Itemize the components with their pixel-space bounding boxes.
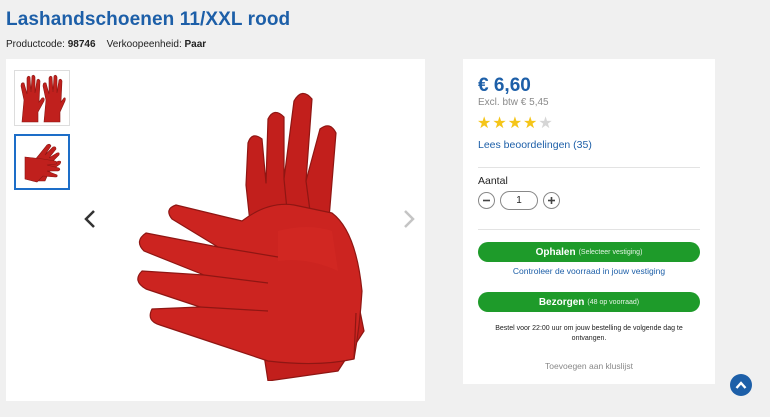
delivery-note: Bestel voor 22:00 uur om jouw bestelling… [495, 325, 683, 342]
deliver-button-label: Bezorgen [538, 296, 585, 308]
pickup-button-sublabel: (Selecteer vestiging) [578, 248, 643, 256]
product-code: 98746 [67, 39, 96, 50]
quantity-input[interactable] [500, 191, 538, 210]
thumbnail-2[interactable] [14, 134, 70, 190]
price-excl-vat: Excl. btw € 5,45 [478, 97, 549, 108]
sales-unit-label: Verkoopeenheid: [106, 39, 182, 50]
quantity-stepper [478, 191, 560, 210]
glove-thumbnail-image [20, 74, 66, 123]
star-filled-icon: ★ [507, 115, 523, 132]
sales-unit: Paar [184, 39, 207, 50]
star-empty-icon: ★ [538, 115, 553, 132]
quantity-label: Aantal [478, 175, 508, 187]
pickup-button[interactable]: Ophalen (Selecteer vestiging) [478, 242, 700, 262]
increase-quantity-button[interactable] [543, 192, 560, 209]
chevron-up-icon [735, 381, 747, 389]
read-reviews-link[interactable]: Lees beoordelingen (35) [478, 139, 592, 151]
decrease-quantity-button[interactable] [478, 192, 495, 209]
product-code-label: Productcode: [6, 39, 65, 50]
star-rating: ★ ★ ★ ★ ★ [477, 116, 553, 132]
product-main-image [137, 92, 365, 381]
page-title: Lashandschoenen 11/XXL rood [6, 9, 291, 30]
price: € 6,60 [478, 75, 531, 96]
glove-thumbnail-image [24, 143, 62, 183]
star-filled-icon: ★ [492, 115, 507, 132]
thumbnail-1[interactable] [14, 70, 70, 126]
deliver-button[interactable]: Bezorgen (48 op voorraad) [478, 292, 700, 312]
gallery-prev-button[interactable] [80, 207, 100, 231]
star-filled-icon: ★ [523, 115, 538, 132]
back-to-top-button[interactable] [730, 374, 752, 396]
add-to-list-link[interactable]: Toevoegen aan kluslijst [478, 361, 700, 371]
chevron-right-icon [404, 210, 415, 228]
gallery-next-button[interactable] [399, 207, 419, 231]
check-stock-link[interactable]: Controleer de voorraad in jouw vestiging [478, 266, 700, 276]
plus-icon [548, 197, 555, 204]
product-meta: Productcode: 98746 Verkoopeenheid: Paar [6, 39, 206, 50]
deliver-button-sublabel: (48 op voorraad) [587, 298, 640, 306]
divider [478, 167, 700, 168]
product-gallery [6, 59, 425, 401]
star-filled-icon: ★ [477, 115, 492, 132]
pickup-button-label: Ophalen [535, 246, 576, 258]
chevron-left-icon [84, 210, 95, 228]
buy-box: € 6,60 Excl. btw € 5,45 ★ ★ ★ ★ ★ Lees beoor… [463, 59, 715, 384]
minus-icon [483, 199, 490, 202]
divider [478, 229, 700, 230]
